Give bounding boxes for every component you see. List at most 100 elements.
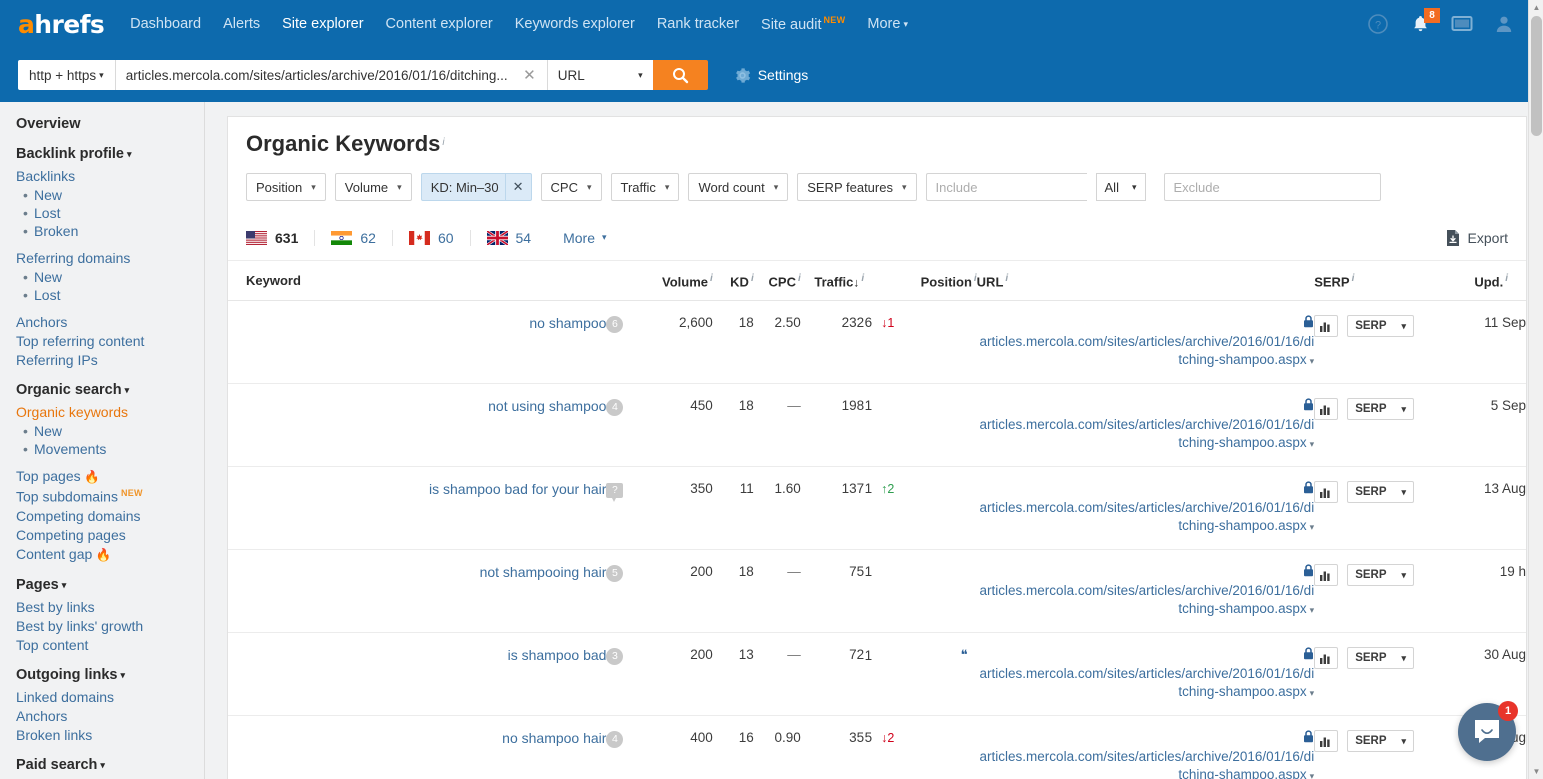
- position-history-chart-icon[interactable]: [1314, 481, 1339, 504]
- chevron-down-icon[interactable]: ▾: [1310, 439, 1315, 449]
- chevron-down-icon[interactable]: ▾: [1310, 688, 1315, 698]
- monitor-icon[interactable]: [1451, 13, 1473, 35]
- country-tab-in[interactable]: 62: [331, 229, 393, 246]
- position-history-chart-icon[interactable]: [1314, 564, 1339, 587]
- sidebar-group-outgoing-links[interactable]: Outgoing links ▾: [16, 667, 204, 683]
- nav-link-content-explorer[interactable]: Content explorer: [386, 16, 493, 32]
- sidebar-item-top-referring-content[interactable]: Top referring content: [16, 333, 204, 349]
- keyword-link[interactable]: not shampooing hair: [480, 564, 607, 580]
- sidebar-item-lost[interactable]: Lost: [23, 287, 204, 303]
- serp-features-count-badge[interactable]: 5: [606, 565, 624, 583]
- sidebar-item-referring-domains[interactable]: Referring domains: [16, 250, 204, 266]
- position-history-chart-icon[interactable]: [1314, 315, 1339, 338]
- url-link[interactable]: articles.mercola.com/sites/articles/arch…: [980, 749, 1315, 779]
- sidebar-item-anchors[interactable]: Anchors: [16, 708, 204, 724]
- serp-dropdown-button[interactable]: SERP ▾: [1347, 647, 1415, 670]
- scroll-up-arrow-icon[interactable]: ▲: [1529, 0, 1543, 15]
- filter-word-count[interactable]: Word count ▾: [688, 173, 789, 201]
- serp-features-count-badge[interactable]: 6: [606, 316, 624, 334]
- include-input[interactable]: [925, 173, 1087, 201]
- sidebar-item-referring-ips[interactable]: Referring IPs: [16, 352, 204, 368]
- column-header-cpc[interactable]: CPC i: [753, 261, 801, 302]
- notifications-bell-icon[interactable]: 8: [1409, 8, 1440, 35]
- info-icon[interactable]: i: [710, 273, 713, 284]
- sidebar-item-top-subdomains[interactable]: Top subdomains NEW: [16, 488, 204, 505]
- sidebar-group-paid-search[interactable]: Paid search ▾: [16, 757, 204, 773]
- sidebar-item-lost[interactable]: Lost: [23, 205, 204, 221]
- url-link[interactable]: articles.mercola.com/sites/articles/arch…: [980, 417, 1315, 450]
- country-tab-ca[interactable]: 60: [408, 229, 471, 246]
- sidebar-item-movements[interactable]: Movements: [23, 441, 204, 457]
- filter-volume[interactable]: Volume ▾: [334, 173, 412, 201]
- filter-traffic[interactable]: Traffic ▾: [610, 173, 680, 201]
- nav-link-rank-tracker[interactable]: Rank tracker: [657, 16, 739, 32]
- column-header-url[interactable]: URL i: [976, 261, 1315, 302]
- url-link[interactable]: articles.mercola.com/sites/articles/arch…: [980, 500, 1315, 533]
- serp-dropdown-button[interactable]: SERP ▾: [1347, 315, 1415, 338]
- column-header-position[interactable]: Position i: [864, 261, 977, 302]
- sidebar-group-organic-search[interactable]: Organic search ▾: [16, 382, 204, 398]
- sidebar-item-broken[interactable]: Broken: [23, 223, 204, 239]
- country-tab-gb[interactable]: 54: [486, 230, 548, 246]
- sidebar-item-anchors[interactable]: Anchors: [16, 314, 204, 330]
- sidebar-item-linked-domains[interactable]: Linked domains: [16, 689, 204, 705]
- column-header-serp[interactable]: SERP i: [1314, 261, 1432, 302]
- serp-dropdown-button[interactable]: SERP ▾: [1347, 730, 1415, 753]
- nav-link-dashboard[interactable]: Dashboard: [130, 16, 201, 32]
- nav-link-site-explorer[interactable]: Site explorer: [282, 16, 363, 32]
- column-header-kd[interactable]: KD i: [712, 261, 754, 302]
- sidebar-item-top-pages[interactable]: Top pages 🔥: [16, 468, 204, 485]
- keyword-link[interactable]: not using shampoo: [488, 398, 606, 414]
- column-header-keyword[interactable]: Keyword: [228, 261, 607, 302]
- position-history-chart-icon[interactable]: [1314, 647, 1339, 670]
- intercom-chat-button[interactable]: 1: [1458, 701, 1518, 761]
- info-icon[interactable]: i: [1505, 273, 1508, 284]
- info-icon[interactable]: i: [861, 273, 864, 284]
- url-search-input[interactable]: [125, 67, 521, 83]
- position-history-chart-icon[interactable]: [1314, 398, 1339, 421]
- filter-serp-features[interactable]: SERP features ▾: [797, 173, 917, 201]
- country-tab-us[interactable]: 631: [246, 229, 316, 246]
- serp-dropdown-button[interactable]: SERP ▾: [1347, 398, 1415, 421]
- info-icon[interactable]: i: [1005, 273, 1008, 284]
- info-icon[interactable]: i: [442, 137, 444, 148]
- sidebar-item-overview[interactable]: Overview: [16, 116, 204, 132]
- chevron-down-icon[interactable]: ▾: [1310, 605, 1315, 615]
- settings-button[interactable]: Settings: [734, 67, 808, 84]
- nav-link-site-audit[interactable]: Site audit NEW: [761, 15, 845, 33]
- ahrefs-logo[interactable]: ahrefs: [18, 12, 105, 37]
- chevron-down-icon[interactable]: ▾: [1310, 356, 1315, 366]
- remove-filter-icon[interactable]: ✕: [504, 174, 531, 200]
- sidebar-item-best-by-links-growth[interactable]: Best by links' growth: [16, 618, 204, 634]
- page-scrollbar[interactable]: ▲ ▼: [1528, 0, 1543, 779]
- match-mode-select[interactable]: All ▾: [1095, 173, 1146, 201]
- column-header-upd[interactable]: Upd. i: [1431, 261, 1526, 302]
- filter-kd-min-30[interactable]: KD: Min–30 ✕: [420, 173, 532, 201]
- url-link[interactable]: articles.mercola.com/sites/articles/arch…: [980, 583, 1315, 616]
- nav-link-keywords-explorer[interactable]: Keywords explorer: [515, 16, 635, 32]
- position-history-chart-icon[interactable]: [1314, 730, 1339, 753]
- info-icon[interactable]: i: [1352, 273, 1355, 284]
- chevron-down-icon[interactable]: ▾: [1310, 522, 1315, 532]
- sidebar-group-backlink-profile[interactable]: Backlink profile ▾: [16, 146, 204, 162]
- url-link[interactable]: articles.mercola.com/sites/articles/arch…: [980, 334, 1315, 367]
- export-button[interactable]: Export: [1446, 229, 1508, 246]
- serp-features-count-badge[interactable]: 4: [606, 399, 624, 417]
- chevron-down-icon[interactable]: ▾: [1310, 771, 1315, 779]
- sidebar-item-organic-keywords[interactable]: Organic keywords: [16, 404, 204, 420]
- sidebar-item-new[interactable]: New: [23, 187, 204, 203]
- serp-features-count-badge[interactable]: 3: [606, 648, 624, 666]
- nav-link-more[interactable]: More ▾: [867, 16, 908, 32]
- clear-input-icon[interactable]: ✕: [520, 68, 539, 83]
- column-header-traffic[interactable]: Traffic↓ i: [800, 261, 865, 302]
- nav-link-alerts[interactable]: Alerts: [223, 16, 260, 32]
- info-icon[interactable]: i: [798, 273, 801, 284]
- info-icon[interactable]: i: [751, 273, 754, 284]
- featured-snippet-icon[interactable]: ?: [606, 483, 624, 503]
- user-avatar-icon[interactable]: [1493, 13, 1515, 35]
- filter-position[interactable]: Position ▾: [246, 173, 326, 201]
- serp-dropdown-button[interactable]: SERP ▾: [1347, 481, 1415, 504]
- sidebar-item-broken-links[interactable]: Broken links: [16, 727, 204, 743]
- keyword-link[interactable]: no shampoo hair: [502, 730, 606, 746]
- sidebar-item-new[interactable]: New: [23, 269, 204, 285]
